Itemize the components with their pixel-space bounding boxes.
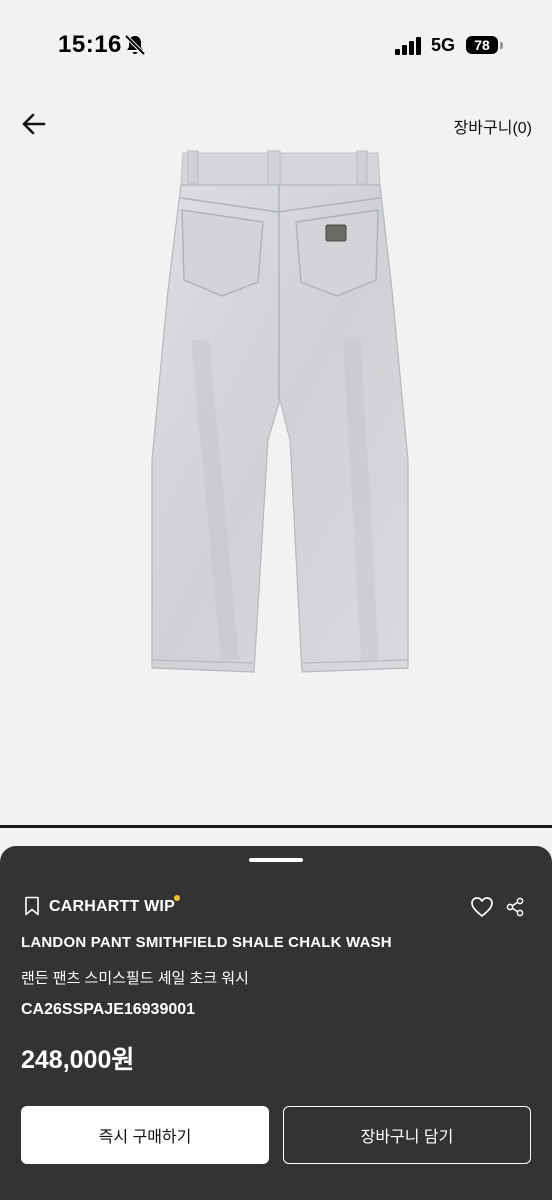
product-info-sheet: CARHARTT WIP LANDON PANT SMITHFIELD SHAL…	[0, 846, 552, 1200]
brand-name[interactable]: CARHARTT WIP	[49, 898, 175, 916]
bell-off-icon	[124, 34, 146, 56]
product-detail-screen: 15:16 5G 78 장바구니(0) CARHARTT WIP LANDON …	[0, 0, 552, 1200]
product-price: 248,000원	[21, 1046, 135, 1074]
battery-tip	[500, 42, 503, 49]
image-divider	[0, 825, 552, 828]
share-icon[interactable]	[506, 897, 524, 917]
status-bar: 15:16 5G 78	[0, 0, 552, 90]
product-image[interactable]	[0, 140, 552, 820]
back-pocket-right	[295, 209, 379, 297]
new-badge-dot	[174, 895, 180, 901]
product-code: CA26SSPAJE16939001	[21, 1001, 196, 1018]
battery-icon: 78	[466, 34, 504, 56]
battery-level: 78	[466, 36, 498, 54]
brand-patch	[325, 224, 347, 242]
back-button[interactable]	[18, 108, 52, 140]
status-time: 15:16	[58, 31, 122, 58]
belt-loop	[356, 150, 368, 184]
sheet-handle[interactable]	[249, 858, 303, 862]
product-title-ko: 랜든 팬츠 스미스필드 셰일 초크 워시	[21, 970, 249, 987]
network-label: 5G	[431, 35, 456, 55]
back-pocket-left	[181, 209, 264, 297]
product-title-en: LANDON PANT SMITHFIELD SHALE CHALK WASH	[21, 934, 392, 951]
bookmark-icon[interactable]	[24, 896, 40, 916]
add-to-cart-button[interactable]: 장바구니 담기	[283, 1106, 531, 1164]
arrow-left-icon	[22, 113, 46, 135]
signal-icon	[395, 37, 421, 55]
buy-now-button[interactable]: 즉시 구매하기	[21, 1106, 269, 1164]
belt-loop	[187, 150, 199, 184]
belt-loop	[267, 150, 281, 186]
heart-icon[interactable]	[470, 896, 494, 918]
cart-link[interactable]: 장바구니(0)	[454, 114, 532, 138]
